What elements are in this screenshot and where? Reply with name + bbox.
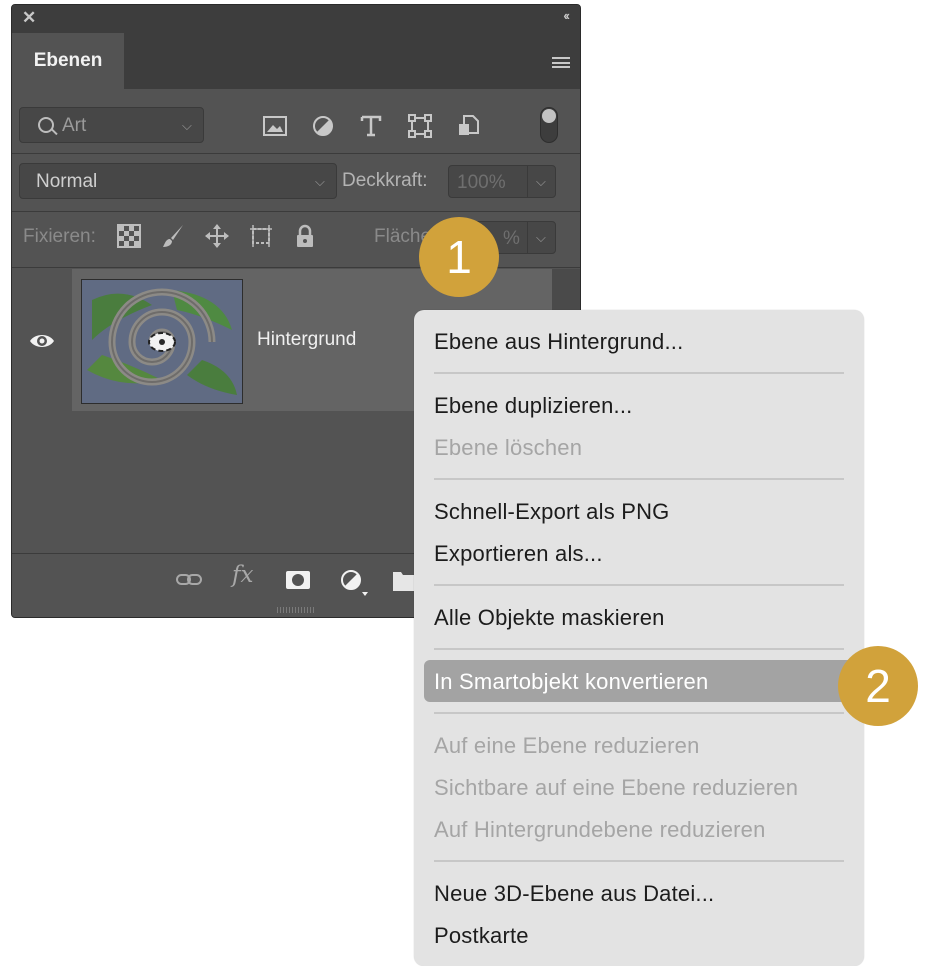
menu-item-sichtbare-reduzieren: Sichtbare auf eine Ebene reduzieren: [434, 775, 799, 800]
adjustment-layer-icon[interactable]: [337, 567, 371, 597]
menu-item-in-smartobjekt-konvertieren[interactable]: In Smartobjekt konvertieren: [434, 669, 708, 695]
filter-toggle-switch[interactable]: [540, 107, 558, 143]
search-icon: [38, 117, 54, 133]
type-icon[interactable]: [358, 113, 384, 139]
blend-mode-value: Normal: [36, 171, 98, 192]
eye-icon[interactable]: [28, 331, 56, 351]
layer-filter-label: Art: [62, 115, 87, 136]
chevron-down-icon[interactable]: ⌵: [536, 174, 546, 190]
menu-item-postkarte[interactable]: Postkarte: [434, 923, 529, 949]
opacity-field[interactable]: 100% ⌵: [448, 165, 556, 198]
menu-item-ebene-aus-hintergrund[interactable]: Ebene aus Hintergrund...: [434, 329, 683, 355]
fill-value: %: [503, 228, 520, 249]
menu-item-auf-hintergrundebene-reduzieren: Auf Hintergrundebene reduzieren: [434, 817, 766, 842]
step-badge-1: 1: [419, 217, 499, 297]
layer-filter-select[interactable]: Art ⌵: [19, 107, 204, 143]
lock-position-icon[interactable]: [204, 223, 230, 249]
lock-pixels-icon[interactable]: [160, 223, 186, 249]
menu-separator: [434, 648, 844, 650]
shape-icon[interactable]: [407, 113, 433, 139]
layer-thumbnail: [81, 279, 243, 404]
panel-menu-icon[interactable]: [552, 57, 570, 68]
menu-item-neue-3d-ebene[interactable]: Neue 3D-Ebene aus Datei...: [434, 881, 714, 907]
menu-item-alle-objekte-maskieren[interactable]: Alle Objekte maskieren: [434, 605, 665, 631]
opacity-label: Deckkraft:: [342, 170, 428, 191]
menu-item-ebene-loeschen: Ebene löschen: [434, 435, 583, 460]
image-icon[interactable]: [262, 113, 288, 139]
spiral-garden-thumbnail: [82, 280, 242, 403]
menu-separator: [434, 584, 844, 586]
divider: [12, 211, 580, 212]
lock-transparency-icon[interactable]: [116, 223, 142, 249]
layer-name: Hintergrund: [257, 329, 357, 350]
tab-ebenen[interactable]: Ebenen: [12, 33, 124, 89]
divider: [527, 166, 528, 197]
close-icon[interactable]: ✕: [22, 8, 36, 28]
menu-separator: [434, 712, 844, 714]
blend-mode-select[interactable]: Normal ⌵: [19, 163, 337, 199]
toggle-knob: [542, 109, 556, 123]
menu-item-ebene-duplizieren[interactable]: Ebene duplizieren...: [434, 393, 632, 419]
link-icon[interactable]: [174, 567, 204, 593]
menu-separator: [434, 860, 844, 862]
step-badge-2: 2: [838, 646, 918, 726]
menu-separator: [434, 478, 844, 480]
menu-separator: [434, 372, 844, 374]
divider: [12, 153, 580, 154]
resize-grip[interactable]: [277, 607, 315, 613]
smart-object-icon[interactable]: [456, 113, 482, 139]
panel-tab-row: Ebenen: [12, 33, 580, 89]
menu-item-exportieren-als[interactable]: Exportieren als...: [434, 541, 603, 567]
lock-artboard-icon[interactable]: [248, 223, 274, 249]
collapse-panel-icon[interactable]: ‹‹: [563, 8, 570, 23]
panel-titlebar: ✕ ‹‹: [12, 5, 580, 33]
menu-item-schnell-export-png[interactable]: Schnell-Export als PNG: [434, 499, 670, 525]
chevron-down-icon[interactable]: ⌵: [536, 230, 546, 246]
menu-item-auf-eine-ebene-reduzieren: Auf eine Ebene reduzieren: [434, 733, 700, 758]
group-folder-icon[interactable]: [392, 567, 416, 593]
context-menu: Ebene aus Hintergrund... Ebene duplizier…: [414, 310, 864, 966]
adjustment-icon[interactable]: [310, 113, 336, 139]
opacity-value: 100%: [457, 172, 506, 193]
lock-all-icon[interactable]: [292, 223, 318, 249]
fx-icon[interactable]: fx: [232, 562, 253, 588]
mask-icon[interactable]: [284, 567, 312, 593]
chevron-down-icon: ⌵: [315, 174, 325, 189]
chevron-down-icon: ⌵: [182, 118, 192, 133]
divider: [527, 222, 528, 253]
lock-label: Fixieren:: [23, 226, 96, 247]
